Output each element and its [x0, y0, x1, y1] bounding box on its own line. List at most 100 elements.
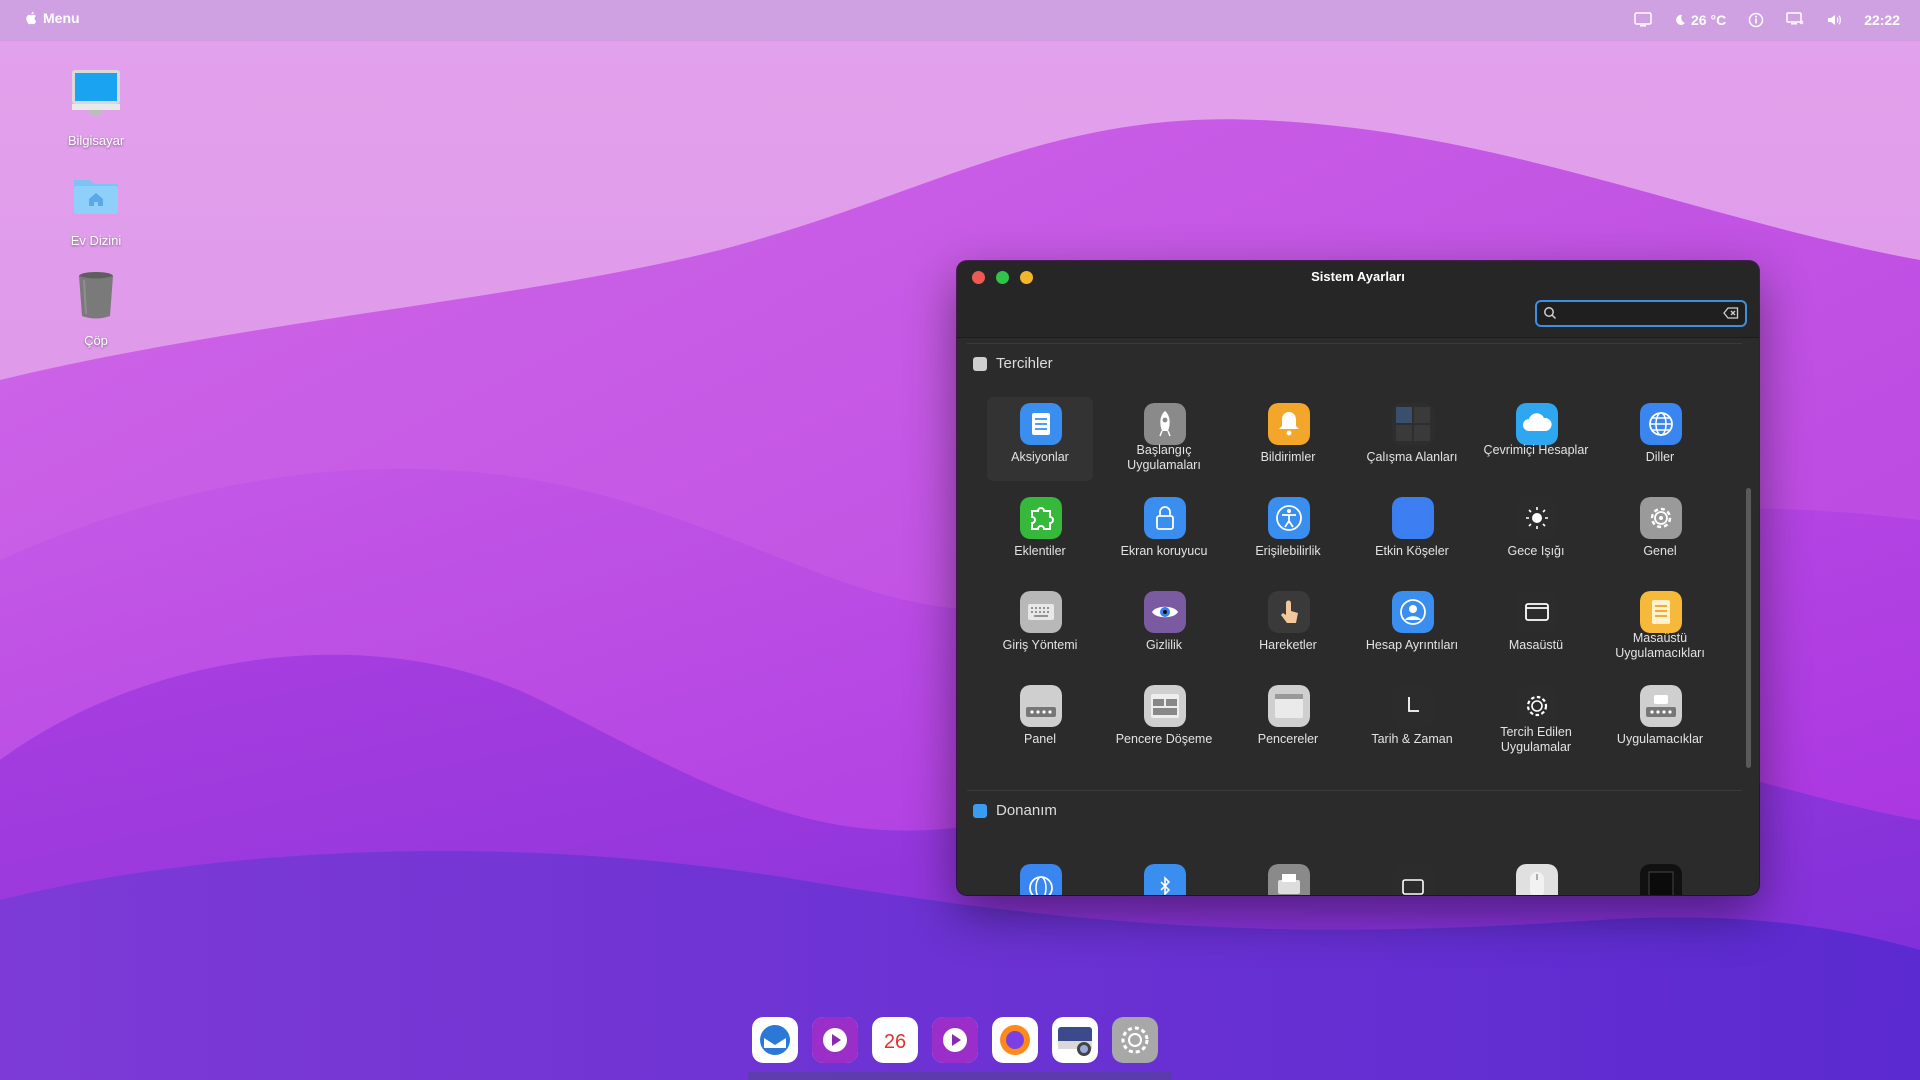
- screenshot-icon[interactable]: [1052, 1017, 1098, 1063]
- settings-item[interactable]: Panel: [987, 679, 1093, 763]
- settings-item[interactable]: Başlangıç Uygulamaları: [1111, 397, 1217, 481]
- home-folder-icon: [74, 180, 118, 214]
- preferred-apps-icon: [1516, 685, 1558, 727]
- hardware-icon: [973, 803, 987, 818]
- settings-item-label: Çalışma Alanları: [1366, 450, 1458, 464]
- desktop-icon: [1516, 591, 1558, 633]
- settings-item-label: Masaüstü Uygulamacıkları: [1615, 631, 1705, 660]
- settings-item[interactable]: Genel: [1607, 491, 1713, 575]
- power-icon: [1640, 864, 1682, 895]
- printer-icon: [1268, 864, 1310, 895]
- settings-item[interactable]: Pencereler: [1235, 679, 1341, 763]
- search-field[interactable]: [1535, 300, 1747, 327]
- volume-icon[interactable]: [1826, 12, 1842, 28]
- desktop-icon-trash[interactable]: Çöp: [41, 266, 151, 348]
- section-title: Donanım: [996, 802, 1057, 819]
- settings-item-label: Ekran koruyucu: [1120, 544, 1208, 558]
- rocket-icon: [1144, 403, 1186, 445]
- menu-button[interactable]: Menu: [25, 10, 80, 26]
- settings-item[interactable]: Giriş Yöntemi: [987, 585, 1093, 669]
- settings-item-label: Hesap Ayrıntıları: [1365, 638, 1459, 652]
- calendar-icon[interactable]: 26: [872, 1017, 918, 1063]
- clock-icon: [1392, 685, 1434, 727]
- hot-corners-icon: [1392, 497, 1434, 539]
- settings-item-label: Eklentiler: [1014, 544, 1066, 558]
- settings-item[interactable]: Tarih & Zaman: [1359, 679, 1465, 763]
- eye-icon: [1144, 591, 1186, 633]
- desktop-icon-home[interactable]: Ev Dizini: [41, 166, 151, 248]
- settings-item[interactable]: Tercih Edilen Uygulamalar: [1483, 679, 1589, 763]
- dock: 26: [752, 1017, 1172, 1071]
- network-tray-icon[interactable]: [1786, 12, 1804, 28]
- settings-item-label: Panel: [1024, 732, 1056, 746]
- display-tray-icon[interactable]: [1634, 12, 1652, 28]
- settings-item-label: Başlangıç Uygulamaları: [1127, 443, 1201, 472]
- settings-window: Sistem Ayarları Tercihler Aksiyonlar Başl…: [957, 261, 1759, 895]
- settings-item-label: Uygulamacıklar: [1616, 732, 1704, 746]
- desktop-icon-label: Çöp: [84, 333, 108, 348]
- settings-item[interactable]: [987, 858, 1093, 895]
- settings-item[interactable]: Çalışma Alanları: [1359, 397, 1465, 481]
- settings-item-label: Pencereler: [1257, 732, 1319, 746]
- accessibility-icon: [1268, 497, 1310, 539]
- puzzle-icon: [1020, 497, 1062, 539]
- weather-temp: 26 °C: [1691, 12, 1727, 28]
- settings-item[interactable]: Ekran koruyucu: [1111, 491, 1217, 575]
- settings-icon[interactable]: [1112, 1017, 1158, 1063]
- top-panel: Menu 26 °C 22:22: [0, 0, 1920, 40]
- settings-item[interactable]: Hareketler: [1235, 585, 1341, 669]
- weather-applet[interactable]: 26 °C: [1674, 12, 1726, 28]
- settings-item-label: Pencere Döşeme: [1115, 732, 1213, 746]
- mouse-icon: [1516, 864, 1558, 895]
- search-icon: [1544, 307, 1557, 320]
- media-player-icon[interactable]: [812, 1017, 858, 1063]
- firefox-icon[interactable]: [992, 1017, 1038, 1063]
- clock[interactable]: 22:22: [1864, 12, 1900, 28]
- settings-item-label: Aksiyonlar: [1011, 450, 1069, 464]
- desktop-icon-label: Ev Dizini: [70, 233, 122, 248]
- settings-item[interactable]: Etkin Köşeler: [1359, 491, 1465, 575]
- settings-item[interactable]: Gizlilik: [1111, 585, 1217, 669]
- settings-item[interactable]: [1483, 858, 1589, 895]
- settings-item[interactable]: [1359, 858, 1465, 895]
- menu-label: Menu: [43, 10, 80, 26]
- thunderbird-icon[interactable]: [752, 1017, 798, 1063]
- settings-item[interactable]: Gece Işığı: [1483, 491, 1589, 575]
- workspaces-icon: [1392, 403, 1434, 445]
- settings-item-label: Masaüstü: [1508, 638, 1564, 652]
- lock-icon: [1144, 497, 1186, 539]
- settings-item[interactable]: Masaüstü: [1483, 585, 1589, 669]
- desktop-icon-computer[interactable]: Bilgisayar: [41, 66, 151, 148]
- clear-search-icon[interactable]: [1723, 307, 1739, 319]
- settings-item[interactable]: Hesap Ayrıntıları: [1359, 585, 1465, 669]
- settings-item[interactable]: Masaüstü Uygulamacıkları: [1607, 585, 1713, 669]
- settings-item-label: Hareketler: [1259, 638, 1317, 652]
- apple-icon: [26, 11, 37, 25]
- settings-item[interactable]: Eklentiler: [987, 491, 1093, 575]
- section-title: Tercihler: [996, 355, 1053, 372]
- settings-item[interactable]: Aksiyonlar: [987, 397, 1093, 481]
- info-icon[interactable]: [1748, 12, 1764, 28]
- settings-item[interactable]: [1235, 858, 1341, 895]
- settings-item[interactable]: Uygulamacıklar: [1607, 679, 1713, 763]
- night-light-icon: [1516, 497, 1558, 539]
- video-player-icon[interactable]: [932, 1017, 978, 1063]
- settings-item-label: Çevrimiçi Hesaplar: [1483, 443, 1589, 457]
- network-icon: [1020, 864, 1062, 895]
- settings-item[interactable]: Erişilebilirlik: [1235, 491, 1341, 575]
- settings-item[interactable]: Bildirimler: [1235, 397, 1341, 481]
- settings-item-label: Tercih Edilen Uygulamalar: [1500, 725, 1572, 754]
- settings-item[interactable]: [1111, 858, 1217, 895]
- settings-item[interactable]: Çevrimiçi Hesaplar: [1483, 397, 1589, 481]
- display-icon: [1392, 864, 1434, 895]
- globe-icon: [1640, 403, 1682, 445]
- window-titlebar[interactable]: Sistem Ayarları: [957, 261, 1759, 293]
- settings-item[interactable]: Pencere Döşeme: [1111, 679, 1217, 763]
- settings-item[interactable]: [1607, 858, 1713, 895]
- settings-item[interactable]: Diller: [1607, 397, 1713, 481]
- moon-icon: [1676, 14, 1686, 25]
- scrollbar[interactable]: [1746, 488, 1751, 768]
- actions-icon: [1020, 403, 1062, 445]
- desktop-icon-label: Bilgisayar: [67, 133, 125, 148]
- search-input[interactable]: [1563, 304, 1717, 324]
